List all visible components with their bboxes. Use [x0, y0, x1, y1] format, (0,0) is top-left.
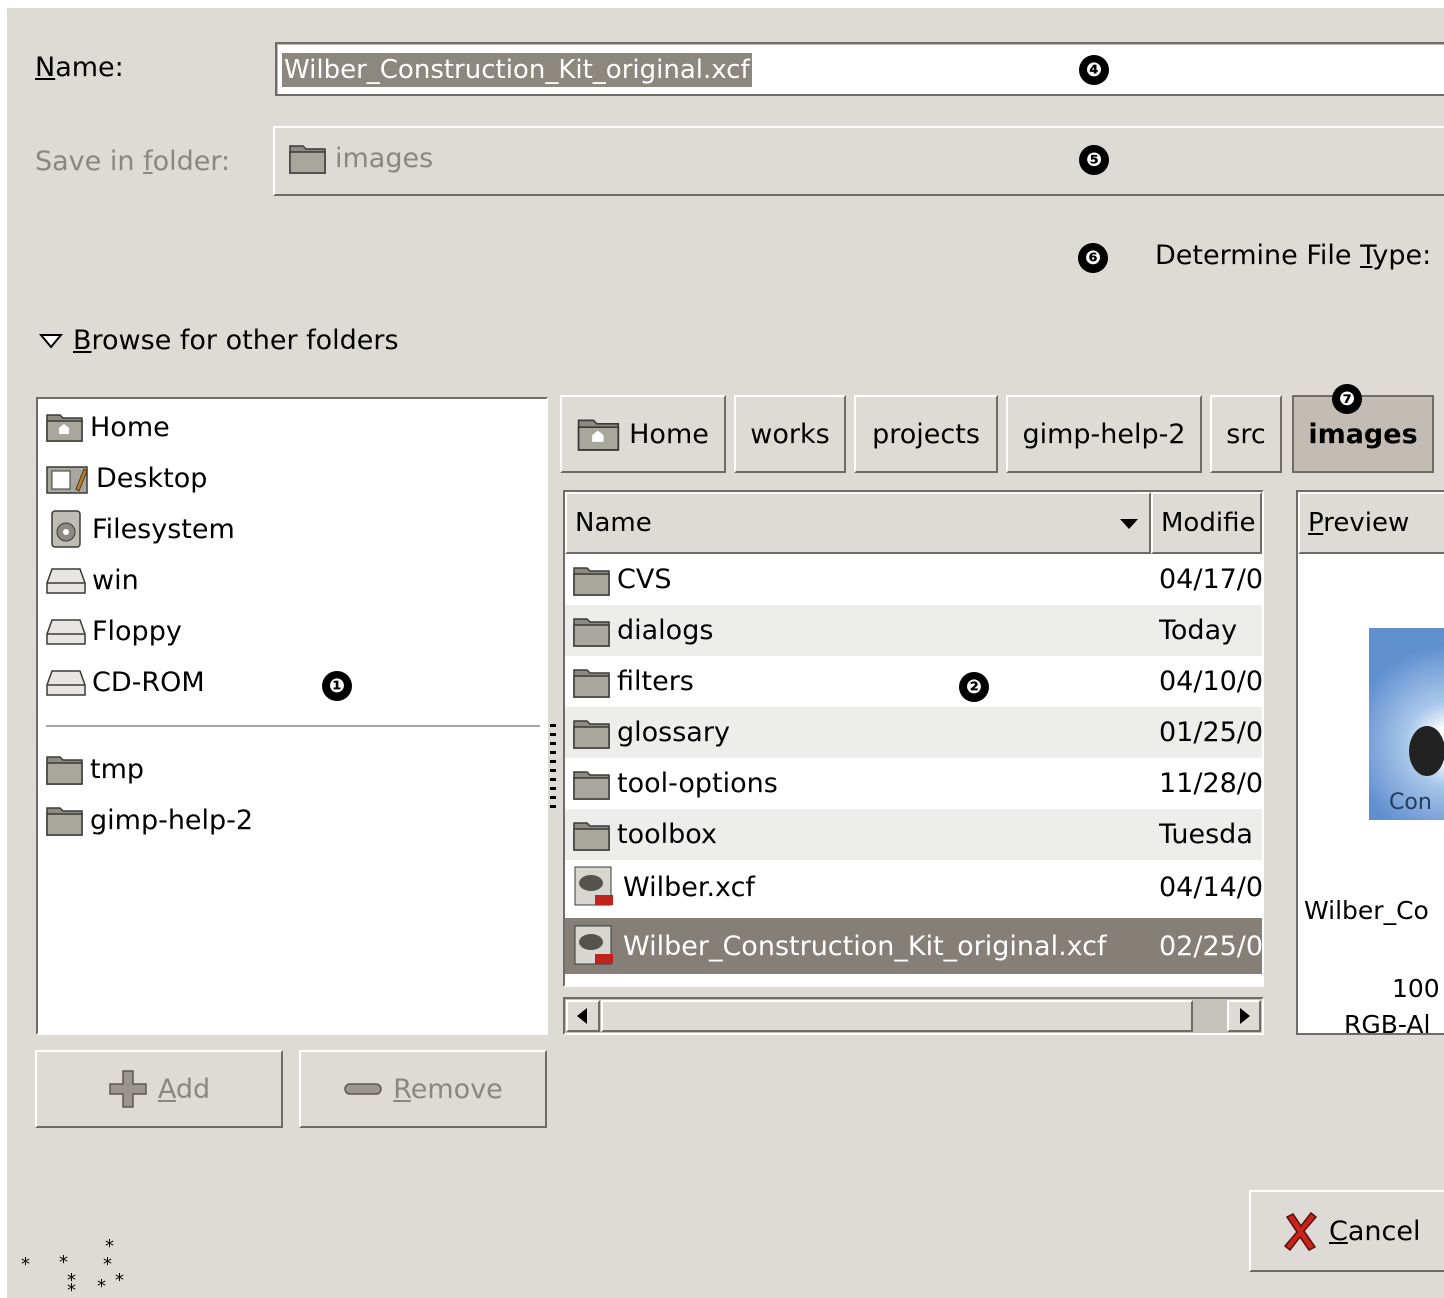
folder-icon	[46, 807, 83, 836]
file-row[interactable]: dialogs Today	[565, 605, 1262, 656]
path-button-gimp-help-2[interactable]: gimp-help-2	[1006, 395, 1202, 473]
drive-icon	[46, 619, 86, 645]
svg-text:*: *	[115, 1270, 124, 1291]
bookmark-tmp[interactable]: tmp	[46, 747, 144, 791]
preview-size: 100	[1392, 974, 1440, 1003]
home-icon	[577, 419, 620, 451]
save-in-folder-combo[interactable]: images ❺	[273, 126, 1444, 196]
add-bookmark-button[interactable]: Add	[35, 1050, 283, 1128]
scroll-right-button[interactable]	[1227, 1000, 1261, 1032]
file-row[interactable]: filters 04/10/0	[565, 656, 1262, 707]
bookmark-gimp-help-2[interactable]: gimp-help-2	[46, 798, 253, 842]
preview-header: Preview	[1298, 492, 1444, 554]
add-icon	[109, 1070, 147, 1108]
folder-icon	[573, 719, 610, 749]
scroll-left-button[interactable]	[566, 1000, 600, 1032]
xcf-file-icon	[574, 866, 613, 906]
preview-filename: Wilber_Co	[1304, 896, 1429, 925]
path-button-home[interactable]: Home	[560, 395, 726, 473]
cancel-x-icon	[1283, 1211, 1318, 1251]
scroll-thumb[interactable]	[601, 1000, 1193, 1032]
pane-resize-handle[interactable]	[550, 724, 556, 808]
column-header-name[interactable]: Name	[565, 492, 1151, 554]
arrow-right-icon	[1240, 1008, 1250, 1024]
drive-icon	[46, 568, 86, 594]
folder-icon	[573, 668, 610, 698]
file-row[interactable]: glossary 01/25/0	[565, 707, 1262, 758]
svg-text:*: *	[97, 1276, 106, 1297]
cancel-button[interactable]: Cancel	[1249, 1190, 1444, 1272]
place-desktop[interactable]: Desktop	[46, 456, 207, 500]
column-header-modified[interactable]: Modifie	[1151, 492, 1262, 554]
name-input-value[interactable]: Wilber_Construction_Kit_original.xcf	[282, 53, 752, 87]
places-list[interactable]: Home Desktop Filesystem win Floppy CD-RO…	[36, 397, 548, 1035]
preview-thumbnail: Con	[1369, 628, 1444, 820]
path-button-projects[interactable]: projects	[854, 395, 998, 473]
name-input[interactable]: Wilber_Construction_Kit_original.xcf ❹	[275, 42, 1444, 96]
expander-triangle-icon	[39, 333, 63, 349]
folder-icon	[573, 566, 610, 596]
remove-icon	[344, 1083, 382, 1095]
arrow-left-icon	[577, 1008, 587, 1024]
callout-1: ❶	[322, 671, 352, 701]
path-button-images[interactable]: images	[1292, 395, 1434, 473]
callout-7: ❼	[1332, 384, 1362, 414]
name-label: Name:	[35, 52, 124, 83]
place-home[interactable]: Home	[46, 405, 170, 449]
place-win[interactable]: win	[46, 558, 139, 602]
preview-mode: RGB-Al	[1344, 1010, 1431, 1035]
path-button-works[interactable]: works	[734, 395, 846, 473]
file-row-selected[interactable]: Wilber_Construction_Kit_original.xcf 02/…	[565, 918, 1262, 974]
folder-icon	[46, 756, 83, 785]
callout-6: ❻	[1078, 243, 1108, 273]
place-cdrom[interactable]: CD-ROM	[46, 660, 205, 704]
home-icon	[46, 414, 83, 442]
callout-4: ❹	[1079, 55, 1109, 85]
place-filesystem[interactable]: Filesystem	[46, 507, 235, 551]
resize-grip-icon[interactable]: * ** ** * **	[19, 1234, 131, 1298]
save-image-dialog: Name: Wilber_Construction_Kit_original.x…	[7, 8, 1444, 1298]
folder-icon	[573, 821, 610, 851]
file-row[interactable]: CVS 04/17/0	[565, 554, 1262, 605]
file-list[interactable]: Name Modifie ❷ CVS 04/17/0 dialogs Today…	[563, 490, 1264, 987]
places-separator	[46, 725, 540, 728]
save-in-folder-value: images	[289, 142, 433, 174]
folder-icon	[573, 770, 610, 800]
remove-bookmark-button[interactable]: Remove	[299, 1050, 547, 1128]
file-type-expander[interactable]: Determine File Type:	[1155, 240, 1431, 271]
file-row[interactable]: toolbox Tuesda	[565, 809, 1262, 860]
svg-text:*: *	[21, 1254, 30, 1275]
wilber-thumbnail-shape	[1409, 726, 1444, 776]
svg-text:*: *	[67, 1280, 76, 1298]
file-row[interactable]: Wilber.xcf 04/14/0	[565, 860, 1262, 914]
drive-icon	[46, 670, 86, 696]
preview-pane: Preview Con Wilber_Co 100 RGB-Al	[1296, 490, 1444, 1035]
folder-icon	[289, 145, 326, 174]
filesystem-icon	[51, 510, 81, 548]
browse-expander[interactable]: Browse for other folders	[39, 325, 399, 356]
folder-icon	[573, 617, 610, 647]
file-list-hscrollbar[interactable]	[563, 997, 1264, 1035]
svg-text:*: *	[103, 1254, 112, 1275]
sort-arrow-icon	[1120, 519, 1138, 529]
desktop-icon	[46, 466, 88, 494]
callout-5: ❺	[1079, 145, 1109, 175]
path-button-src[interactable]: src	[1210, 395, 1282, 473]
place-floppy[interactable]: Floppy	[46, 609, 182, 653]
xcf-file-icon	[574, 925, 613, 965]
file-row[interactable]: tool-options 11/28/0	[565, 758, 1262, 809]
save-in-folder-label: Save in folder:	[35, 146, 231, 177]
